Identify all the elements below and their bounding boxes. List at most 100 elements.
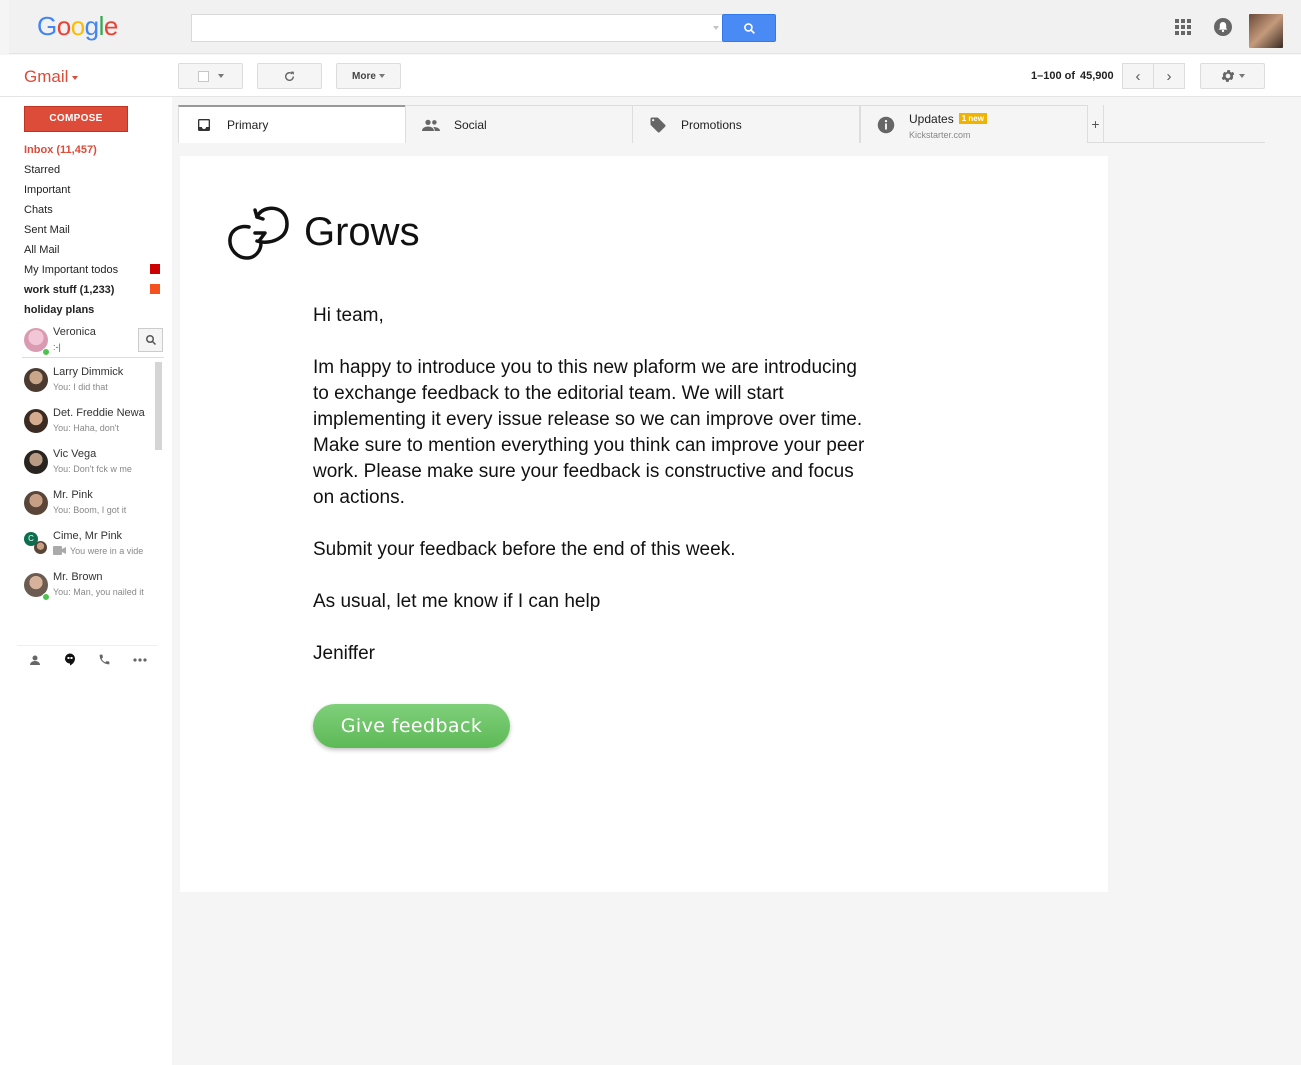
sidebar-item-label: All Mail — [24, 244, 60, 256]
email-body: Grows Hi team, Im happy to introduce you… — [180, 156, 1108, 892]
search-input[interactable] — [192, 15, 692, 41]
gmail-label: Gmail — [24, 67, 69, 86]
chat-contact-name: Det. Freddie Newa — [53, 407, 145, 419]
tab-label: Updates — [909, 111, 954, 126]
folder-list: Inbox (11,457) Starred Important Chats S… — [24, 142, 164, 322]
older-button[interactable]: ‹ — [1122, 63, 1154, 89]
account-avatar[interactable] — [1249, 14, 1283, 48]
sidebar-item-all-mail[interactable]: All Mail — [24, 242, 164, 262]
newer-button[interactable]: › — [1153, 63, 1185, 89]
search-options-caret[interactable] — [713, 26, 719, 30]
chevron-right-icon: › — [1166, 67, 1172, 85]
sidebar-item-label: Chats — [24, 204, 53, 216]
give-feedback-button[interactable]: Give feedback — [313, 704, 510, 748]
phone-tab[interactable] — [87, 645, 122, 673]
phone-icon — [99, 654, 110, 665]
chat-contact-message: You: Don't fck w me — [53, 464, 132, 474]
tab-updates[interactable]: Updates 1 new Kickstarter.com — [860, 105, 1088, 143]
avatar — [24, 491, 48, 515]
sidebar-item-label: holiday plans — [24, 304, 95, 316]
chat-search-button[interactable] — [138, 328, 163, 352]
search-box — [191, 14, 723, 42]
chat-contact[interactable]: Det. Freddie Newa You: Haha, don't — [22, 405, 162, 446]
sidebar-item-label: My Important todos — [24, 264, 119, 276]
refresh-button[interactable] — [257, 63, 322, 89]
tab-label: Promotions — [681, 117, 742, 132]
google-logo[interactable]: Google — [37, 11, 118, 42]
person-icon — [29, 655, 40, 665]
chevron-down-icon — [72, 75, 79, 80]
add-tab-button[interactable]: + — [1088, 105, 1104, 143]
chat-contact-group[interactable]: C Cime, Mr Pink You were in a vide — [22, 528, 162, 569]
more-options-tab[interactable] — [122, 645, 157, 673]
search-icon — [145, 335, 156, 346]
tab-label: Primary — [227, 118, 269, 132]
sidebar-item-starred[interactable]: Starred — [24, 162, 164, 182]
avatar — [24, 450, 48, 474]
tag-icon — [649, 116, 667, 134]
logo-letter: g — [84, 11, 99, 41]
apps-grid-icon[interactable] — [1175, 19, 1191, 35]
sidebar-item-chats[interactable]: Chats — [24, 202, 164, 222]
email-message: Hi team, Im happy to introduce you to th… — [313, 303, 873, 693]
top-bar: Google — [9, 0, 1301, 54]
more-horizontal-icon — [132, 657, 147, 662]
chevron-down-icon — [1239, 74, 1245, 78]
chat-contact-message: You: Man, you nailed it — [53, 587, 144, 597]
tab-primary[interactable]: Primary — [178, 105, 406, 143]
tab-sub-label: Kickstarter.com — [909, 129, 971, 140]
refresh-icon — [285, 71, 294, 81]
sidebar-item-important[interactable]: Important — [24, 182, 164, 202]
online-status-icon — [42, 348, 50, 356]
gmail-menu[interactable]: Gmail — [24, 67, 79, 87]
sidebar-item-work-stuff[interactable]: work stuff (1,233) — [24, 282, 164, 302]
avatar — [24, 368, 48, 392]
chat-contact[interactable]: Vic Vega You: Don't fck w me — [22, 446, 162, 487]
chat-contact-name: Mr. Pink — [53, 489, 93, 501]
sidebar-item-label: Starred — [24, 164, 61, 176]
tab-social[interactable]: Social — [405, 105, 633, 143]
people-icon — [422, 116, 440, 134]
chat-contact-message: You: Boom, I got it — [53, 505, 127, 515]
chat-contact-list: Larry Dimmick You: I did that Det. Fredd… — [22, 364, 162, 610]
notifications-bell-icon[interactable] — [1214, 18, 1232, 36]
label-color-swatch[interactable] — [150, 284, 160, 294]
select-checkbox-button[interactable] — [178, 63, 243, 89]
sidebar-item-important-todos[interactable]: My Important todos — [24, 262, 164, 282]
category-tabs: Primary Social Promotions Updates 1 new K… — [178, 105, 1265, 143]
plus-icon: + — [1091, 116, 1100, 132]
logo-letter: o — [70, 11, 85, 41]
email-paragraph: As usual, let me know if I can help — [313, 591, 601, 612]
tab-promotions[interactable]: Promotions — [632, 105, 860, 143]
chat-contact-message: You: Haha, don't — [53, 423, 119, 433]
chat-contact-name: Vic Vega — [53, 448, 97, 460]
chat-footer — [17, 645, 157, 673]
info-icon — [877, 116, 895, 134]
new-count-badge: 1 new — [958, 112, 987, 124]
checkbox-icon — [197, 70, 209, 82]
sidebar-item-inbox[interactable]: Inbox (11,457) — [24, 142, 164, 162]
contacts-tab[interactable] — [17, 645, 52, 673]
logo-letter: e — [103, 11, 118, 41]
online-status-icon — [42, 593, 50, 601]
label-color-swatch[interactable] — [150, 264, 160, 274]
email-paragraph: Im happy to introduce you to this new pl… — [313, 357, 865, 508]
more-label: More — [352, 70, 376, 82]
sidebar-item-holiday-plans[interactable]: holiday plans — [24, 302, 164, 322]
chat-contact-message: You: I did that — [53, 382, 108, 392]
compose-button[interactable]: COMPOSE — [24, 106, 128, 132]
page-total: 45,900 — [1080, 70, 1114, 82]
chat-contact[interactable]: Larry Dimmick You: I did that — [22, 364, 162, 405]
settings-button[interactable] — [1200, 63, 1265, 89]
more-button[interactable]: More — [336, 63, 401, 89]
chat-contact-name: Mr. Brown — [53, 571, 103, 583]
search-button[interactable] — [722, 14, 776, 42]
chevron-left-icon: ‹ — [1135, 67, 1141, 85]
chat-contact[interactable]: Mr. Brown You: Man, you nailed it — [22, 569, 162, 610]
sidebar-item-sent[interactable]: Sent Mail — [24, 222, 164, 242]
sidebar-item-label: Sent Mail — [24, 224, 70, 236]
email-greeting: Hi team, — [313, 305, 384, 326]
chat-contact[interactable]: Mr. Pink You: Boom, I got it — [22, 487, 162, 528]
grows-logo-icon — [227, 205, 291, 268]
hangouts-tab[interactable] — [52, 645, 87, 673]
